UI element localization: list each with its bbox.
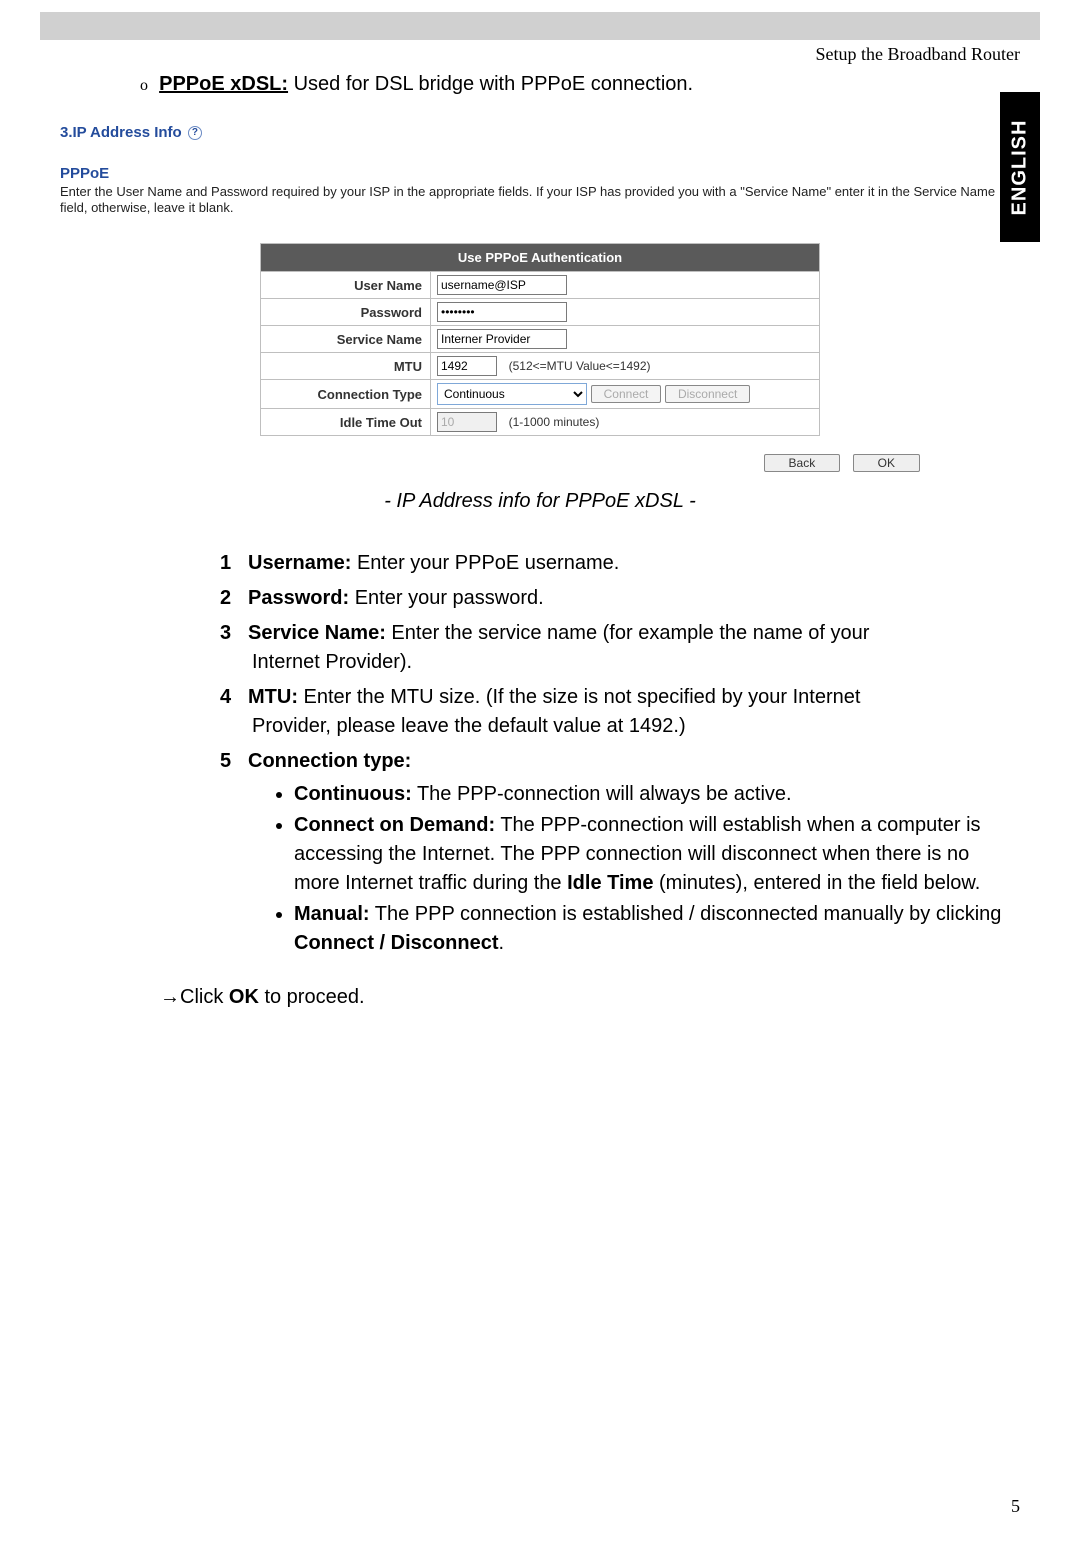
arrow-icon: → [160, 986, 180, 1008]
item-continuation: Provider, please leave the default value… [220, 712, 1020, 741]
sub-label: Connect on Demand: [294, 814, 495, 836]
table-row: MTU (512<=MTU Value<=1492) [261, 353, 820, 380]
sub-bold: Connect / Disconnect [294, 932, 498, 954]
item-text: Enter your PPPoE username. [351, 552, 619, 574]
table-row: Password [261, 299, 820, 326]
proceed-pre: Click [180, 986, 229, 1008]
password-input[interactable] [437, 302, 567, 322]
language-tab: ENGLISH [1000, 92, 1040, 242]
service-name-input[interactable] [437, 329, 567, 349]
password-label: Password [261, 299, 431, 326]
intro-bullet: o [140, 77, 148, 94]
instruction-list: 1Username: Enter your PPPoE username. 2P… [60, 533, 1020, 958]
action-row: Back OK [60, 436, 1020, 472]
pppoe-title: PPPoE [60, 165, 1020, 182]
mtu-hint: (512<=MTU Value<=1492) [509, 359, 651, 373]
list-item: Connect on Demand: The PPP-connection wi… [294, 811, 1020, 898]
sub-label: Manual: [294, 903, 370, 925]
mtu-label: MTU [261, 353, 431, 380]
item-text: Enter the service name (for example the … [386, 622, 870, 644]
item-number: 2 [220, 584, 248, 613]
list-item: 2Password: Enter your password. [220, 584, 1020, 613]
section-title: IP Address Info [73, 124, 182, 141]
pppoe-description: Enter the User Name and Password require… [60, 184, 1020, 215]
item-number: 4 [220, 683, 248, 712]
list-item: 5Connection type: Continuous: The PPP-co… [220, 747, 1020, 958]
list-item: 3Service Name: Enter the service name (f… [220, 619, 1020, 677]
table-row: Service Name [261, 326, 820, 353]
top-gray-bar [40, 12, 1040, 40]
item-label: Connection type: [248, 750, 411, 772]
list-item: 4MTU: Enter the MTU size. (If the size i… [220, 683, 1020, 741]
intro-text: Used for DSL bridge with PPPoE connectio… [288, 73, 693, 95]
mtu-input[interactable] [437, 356, 497, 376]
item-number: 5 [220, 747, 248, 776]
list-item: Continuous: The PPP-connection will alwa… [294, 780, 1020, 809]
connect-button[interactable]: Connect [591, 385, 662, 403]
pppoe-form-table: Use PPPoE Authentication User Name Passw… [260, 243, 820, 436]
disconnect-button[interactable]: Disconnect [665, 385, 750, 403]
username-input[interactable] [437, 275, 567, 295]
page-number: 5 [1011, 1496, 1020, 1517]
item-continuation: Internet Provider). [220, 648, 1020, 677]
username-label: User Name [261, 272, 431, 299]
sub-tail: . [498, 932, 504, 954]
item-text: Enter the MTU size. (If the size is not … [298, 686, 860, 708]
form-header: Use PPPoE Authentication [261, 244, 820, 272]
item-label: Service Name: [248, 622, 386, 644]
item-text: Enter your password. [349, 587, 544, 609]
language-tab-text: ENGLISH [1009, 119, 1032, 215]
item-label: Username: [248, 552, 351, 574]
intro-label: PPPoE xDSL: [159, 73, 288, 95]
intro-line: o PPPoE xDSL: Used for DSL bridge with P… [60, 73, 1020, 96]
table-row: Idle Time Out (1-1000 minutes) [261, 409, 820, 436]
idle-timeout-input [437, 412, 497, 432]
sub-label: Continuous: [294, 783, 412, 805]
sub-text: The PPP connection is established / disc… [370, 903, 1002, 925]
sub-bold: Idle Time [567, 872, 653, 894]
item-label: MTU: [248, 686, 298, 708]
section-heading: 3.IP Address Info ? [60, 120, 1020, 143]
figure-caption: - IP Address info for PPPoE xDSL - [60, 490, 1020, 513]
proceed-bold: OK [229, 986, 259, 1008]
back-button[interactable]: Back [764, 454, 841, 472]
list-item: 1Username: Enter your PPPoE username. [220, 549, 1020, 578]
service-name-label: Service Name [261, 326, 431, 353]
connection-type-select[interactable]: Continuous [437, 383, 587, 405]
sub-text: The PPP-connection will always be active… [412, 783, 792, 805]
table-row: User Name [261, 272, 820, 299]
sub-tail: (minutes), entered in the field below. [653, 872, 980, 894]
item-number: 3 [220, 619, 248, 648]
idle-timeout-hint: (1-1000 minutes) [509, 415, 600, 429]
help-icon[interactable]: ? [188, 126, 202, 140]
idle-timeout-label: Idle Time Out [261, 409, 431, 436]
connection-type-label: Connection Type [261, 380, 431, 409]
ok-button[interactable]: OK [853, 454, 920, 472]
header-title: Setup the Broadband Router [0, 40, 1080, 65]
item-number: 1 [220, 549, 248, 578]
list-item: Manual: The PPP connection is establishe… [294, 900, 1020, 958]
section-number: 3. [60, 124, 73, 141]
table-row: Connection Type Continuous Connect Disco… [261, 380, 820, 409]
sub-list: Continuous: The PPP-connection will alwa… [220, 776, 1020, 958]
item-label: Password: [248, 587, 349, 609]
proceed-post: to proceed. [259, 986, 365, 1008]
proceed-line: →Click OK to proceed. [60, 978, 1020, 1009]
